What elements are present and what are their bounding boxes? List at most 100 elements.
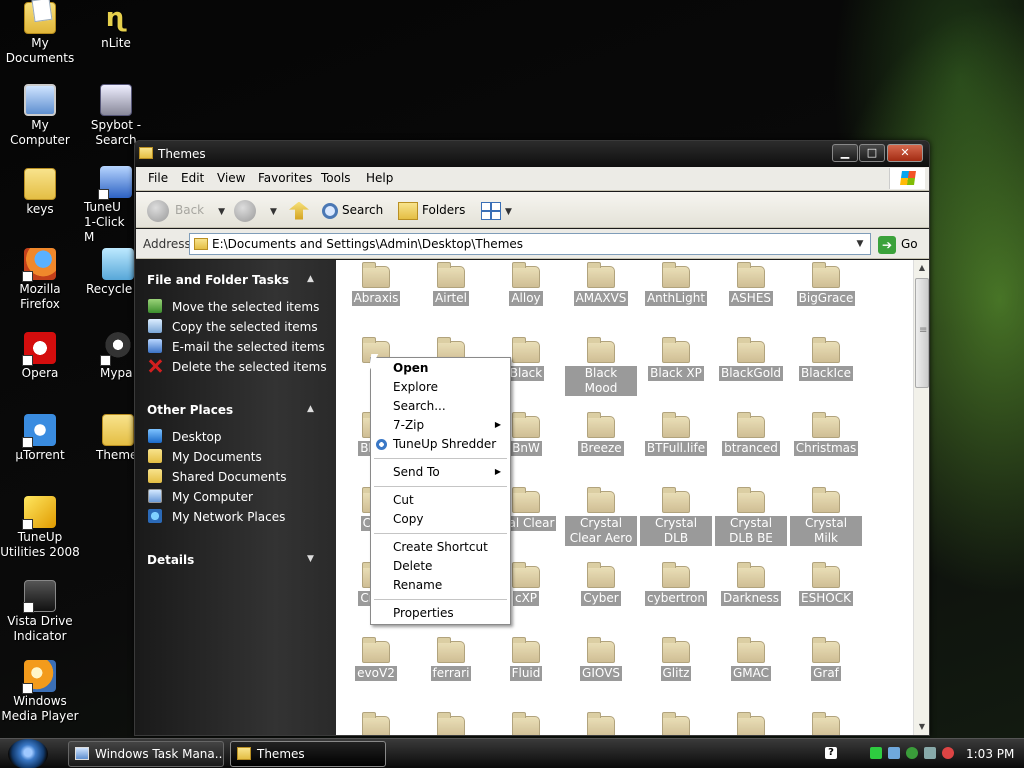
folder-item[interactable]: Fluid (490, 637, 562, 681)
place-shared-documents[interactable]: Shared Documents (148, 469, 286, 487)
folder-item[interactable]: Alloy (490, 262, 562, 306)
desktop-icon-mypa[interactable]: Mypa (76, 332, 134, 381)
folder-item[interactable]: Crystal Clear Aero (565, 487, 637, 546)
network-tray-icon[interactable] (888, 747, 900, 759)
desktop-icon-nlite[interactable]: ɳ nLite (76, 2, 156, 51)
folder-item[interactable] (790, 712, 862, 735)
folder-item[interactable]: BlackGold (715, 337, 787, 381)
title-bar[interactable]: Themes ▁ □ ✕ (135, 141, 929, 167)
desktop-icon-tuneup-utilities[interactable]: TuneUp Utilities 2008 (0, 496, 80, 560)
menu-copy[interactable]: Copy (393, 512, 423, 526)
folder-item[interactable]: btranced (715, 412, 787, 456)
folder-item[interactable]: ESHOCK (790, 562, 862, 606)
go-button[interactable]: ➔ Go (878, 234, 918, 254)
desktop-icon-keys[interactable]: keys (0, 168, 80, 217)
folder-item[interactable]: AnthLight (640, 262, 712, 306)
folders-button[interactable]: Folders (398, 198, 465, 222)
folder-item[interactable] (415, 712, 487, 735)
folder-item[interactable]: Graf (790, 637, 862, 681)
desktop-icon-utorrent[interactable]: µTorrent (0, 414, 80, 463)
folder-item[interactable]: BTFull.life (640, 412, 712, 456)
security-tray-icon[interactable] (942, 747, 954, 759)
folder-item[interactable]: evoV2 (340, 637, 412, 681)
maximize-button[interactable]: □ (859, 144, 885, 162)
chevron-down-icon[interactable]: ▼ (852, 236, 868, 252)
folder-item[interactable]: Glitz (640, 637, 712, 681)
folder-item[interactable]: Crystal DLB (640, 487, 712, 546)
folder-item[interactable]: ASHES (715, 262, 787, 306)
minimize-button[interactable]: ▁ (832, 144, 858, 162)
close-button[interactable]: ✕ (887, 144, 923, 162)
place-desktop[interactable]: Desktop (148, 429, 222, 447)
menu-edit[interactable]: Edit (181, 171, 204, 185)
folder-item[interactable]: Airtel (415, 262, 487, 306)
search-button[interactable]: Search (322, 198, 383, 222)
menu-search[interactable]: Search... (393, 399, 446, 413)
place-my-computer[interactable]: My Computer (148, 489, 253, 507)
taskbar-button-task-manager[interactable]: Windows Task Mana... (68, 741, 224, 767)
folder-item[interactable]: Crystal DLB BE (715, 487, 787, 546)
views-button[interactable]: ▼ (481, 198, 512, 222)
folder-item[interactable]: Black XP (640, 337, 712, 381)
display-tray-icon[interactable] (924, 747, 936, 759)
folder-item[interactable]: AMAXVS (565, 262, 637, 306)
chevron-up-icon[interactable]: ▲ (307, 404, 314, 414)
desktop-icon-recycle-bin[interactable]: Recycle I (76, 248, 134, 297)
menu-open[interactable]: Open (393, 361, 428, 375)
menu-send-to[interactable]: Send To (393, 465, 440, 479)
chevron-down-icon[interactable]: ▼ (218, 207, 225, 217)
scroll-down-icon[interactable]: ▼ (914, 719, 930, 735)
chevron-down-icon[interactable]: ▼ (307, 554, 314, 564)
folder-item[interactable]: Crystal Milk (790, 487, 862, 546)
forward-button[interactable]: ▼ (234, 198, 277, 222)
clock[interactable]: 1:03 PM (966, 747, 1014, 761)
place-my-network-places[interactable]: My Network Places (148, 509, 285, 527)
menu-cut[interactable]: Cut (393, 493, 414, 507)
folder-item[interactable] (565, 712, 637, 735)
menu-properties[interactable]: Properties (393, 606, 454, 620)
desktop-icon-opera[interactable]: Opera (0, 332, 80, 381)
menu-view[interactable]: View (217, 171, 245, 185)
task-move[interactable]: Move the selected items (148, 299, 319, 317)
menu-explore[interactable]: Explore (393, 380, 438, 394)
vertical-scrollbar[interactable]: ▲ ▼ (913, 260, 929, 735)
folder-item[interactable]: GIOVS (565, 637, 637, 681)
folder-item[interactable] (490, 712, 562, 735)
menu-file[interactable]: File (148, 171, 168, 185)
place-my-documents[interactable]: My Documents (148, 449, 262, 467)
folder-item[interactable]: BigGrace (790, 262, 862, 306)
help-icon[interactable]: ? (825, 747, 837, 759)
menu-tools[interactable]: Tools (321, 171, 351, 185)
folder-item[interactable]: GMAC (715, 637, 787, 681)
folder-item[interactable] (715, 712, 787, 735)
scroll-up-icon[interactable]: ▲ (914, 260, 930, 276)
menu-favorites[interactable]: Favorites (258, 171, 312, 185)
desktop-icon-windows-media-player[interactable]: Windows Media Player (0, 660, 80, 724)
menu-7zip[interactable]: 7-Zip (393, 418, 424, 432)
folder-item[interactable]: Black Mood (565, 337, 637, 396)
menu-create-shortcut[interactable]: Create Shortcut (393, 540, 488, 554)
folder-item[interactable]: Abraxis (340, 262, 412, 306)
menu-rename[interactable]: Rename (393, 578, 442, 592)
up-folder-button[interactable] (289, 198, 313, 222)
task-email[interactable]: E-mail the selected items (148, 339, 325, 357)
update-tray-icon[interactable] (906, 747, 918, 759)
desktop-icon-vista-drive-indicator[interactable]: Vista Drive Indicator (0, 580, 80, 644)
folder-item[interactable]: Christmas (790, 412, 862, 456)
folder-item[interactable]: Darkness (715, 562, 787, 606)
chevron-up-icon[interactable]: ▲ (307, 274, 314, 284)
address-input[interactable]: E:\Documents and Settings\Admin\Desktop\… (189, 233, 871, 255)
menu-help[interactable]: Help (366, 171, 393, 185)
back-button[interactable]: Back ▼ (147, 198, 225, 222)
drive-indicator-tray-icon[interactable] (870, 747, 882, 759)
scroll-thumb[interactable] (915, 278, 929, 388)
folder-item[interactable] (340, 712, 412, 735)
folder-item[interactable]: Cyber (565, 562, 637, 606)
desktop-icon-firefox[interactable]: Mozilla Firefox (0, 248, 80, 312)
other-places-header[interactable]: Other Places (147, 403, 233, 417)
menu-tuneup-shredder[interactable]: TuneUp Shredder (393, 437, 496, 451)
task-copy[interactable]: Copy the selected items (148, 319, 318, 337)
taskbar-button-themes[interactable]: Themes (230, 741, 386, 767)
folder-item[interactable]: ferrari (415, 637, 487, 681)
folder-item[interactable]: Breeze (565, 412, 637, 456)
